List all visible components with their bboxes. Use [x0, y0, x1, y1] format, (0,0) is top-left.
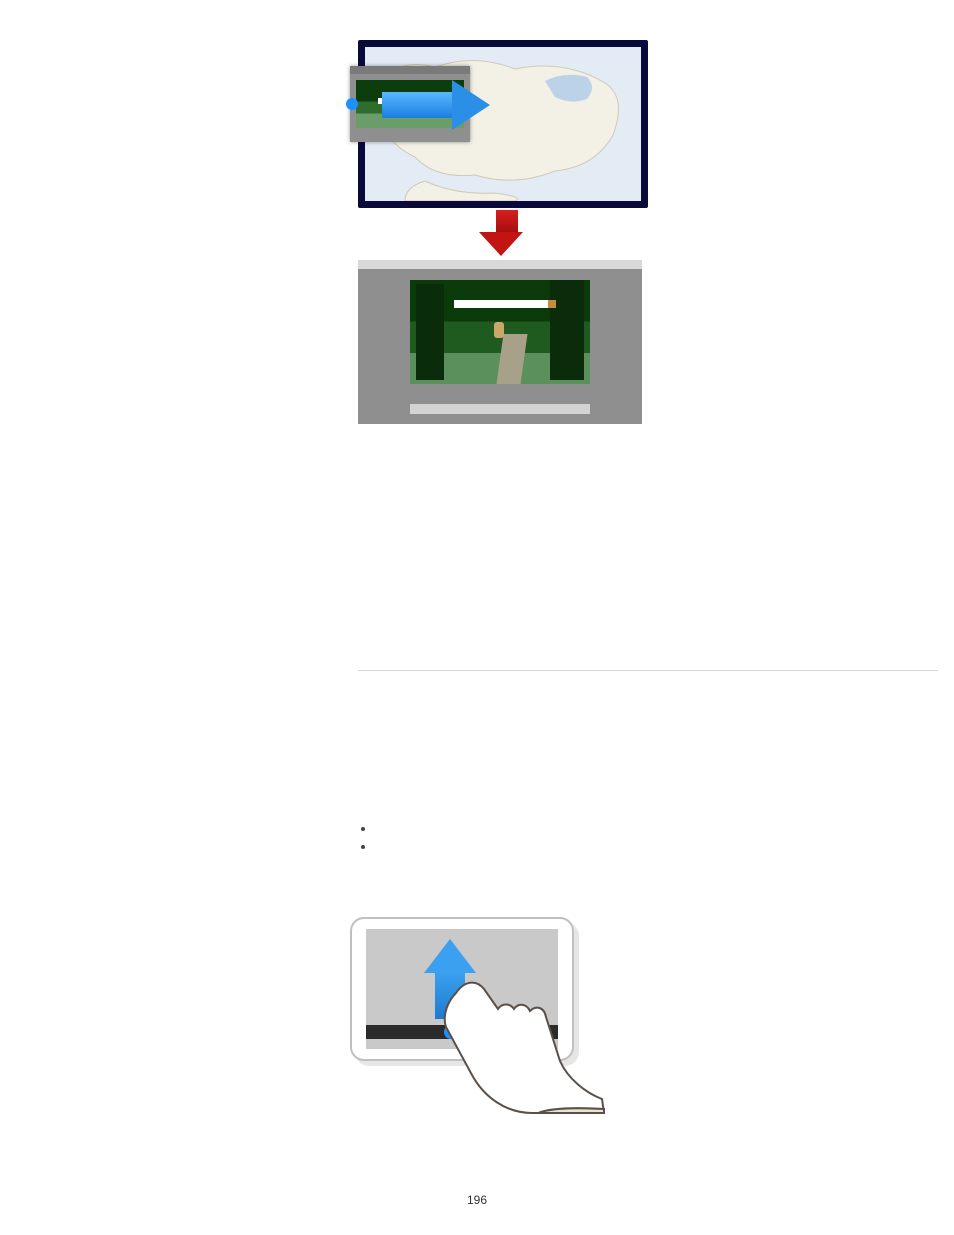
pc-window — [358, 260, 642, 424]
pc-titlebar — [358, 260, 642, 269]
inset-titlebar — [350, 66, 470, 74]
result-arrow-down-icon — [490, 210, 523, 256]
section-2 — [358, 821, 938, 1117]
pc-progress-bar — [454, 300, 554, 308]
content-column — [358, 40, 938, 1117]
figure-swipe-up — [350, 917, 606, 1117]
hand-icon — [436, 975, 606, 1115]
figure-swap-screens — [358, 40, 938, 430]
bullet-item — [376, 821, 938, 839]
animal — [494, 322, 504, 338]
page-number: 196 — [0, 1193, 954, 1207]
pc-toolbar — [410, 404, 590, 414]
page: 196 — [0, 0, 954, 1235]
bullet-item — [376, 839, 938, 857]
tree-left — [416, 284, 444, 380]
touch-point-icon — [346, 98, 358, 110]
pc-progress-handle — [548, 300, 556, 308]
bullet-list — [358, 821, 938, 857]
forest-path — [496, 334, 527, 384]
pc-photo — [410, 280, 590, 384]
tree-right — [550, 280, 584, 380]
spacer — [358, 430, 938, 670]
section-separator — [358, 670, 938, 671]
